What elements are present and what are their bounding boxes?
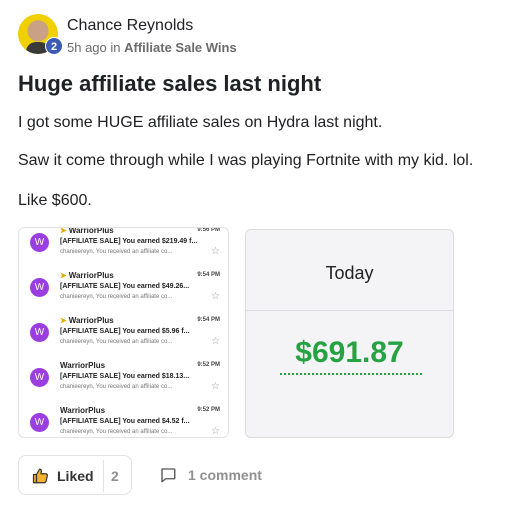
email-subject: [AFFILIATE SALE] You earned $4.52 f... [60,418,190,425]
post-meta: 5h ago in Affiliate Sale Wins [67,40,237,55]
email-sender: ➤ WarriorPlus [60,227,114,235]
email-sender: ➤ WarriorPlus [60,271,114,280]
today-amount: $691.87 [295,336,404,369]
category-link[interactable]: Affiliate Sale Wins [124,40,237,55]
email-subject: [AFFILIATE SALE] You earned $5.96 f... [60,328,190,335]
email-sender: WarriorPlus [60,361,106,370]
star-icon: ☆ [211,246,220,257]
post-title: Huge affiliate sales last night [18,71,322,96]
email-sender-name: WarriorPlus [68,271,114,280]
email-subject: [AFFILIATE SALE] You earned $49.26... [60,283,190,290]
star-icon: ☆ [211,381,220,392]
email-row: W WarriorPlus 9:52 PM [AFFILIATE SALE] Y… [19,404,228,437]
email-sender-name: WarriorPlus [68,316,114,325]
email-avatar: W [30,368,49,387]
email-snippet: chanieereyn, You received an affiliate c… [60,429,173,435]
email-sender: ➤ WarriorPlus [60,316,114,325]
post-paragraph: Saw it come through while I was playing … [18,152,474,169]
star-icon: ☆ [211,336,220,347]
today-label: Today [325,263,374,283]
email-time: 9:54 PM [197,272,220,278]
today-earnings-image[interactable]: Today $691.87 [245,229,454,438]
like-divider [103,460,104,492]
arrow-icon: ➤ [60,271,67,280]
author-name[interactable]: Chance Reynolds [67,17,193,35]
email-time: 9:52 PM [197,362,220,368]
email-subject: [AFFILIATE SALE] You earned $18.13... [60,373,190,380]
like-button[interactable]: Liked 2 [18,455,132,495]
email-screenshot-image[interactable]: W ➤ WarriorPlus 9:56 PM [AFFILIATE SALE] … [18,227,229,438]
comment-button[interactable]: 1 comment [159,465,269,485]
star-icon: ☆ [211,426,220,437]
post-header: 2 Chance Reynolds 5h ago in Affiliate Sa… [18,14,508,58]
email-snippet: chanieereyn, You received an affiliate c… [60,249,173,255]
comment-bubble-icon [161,468,176,483]
like-count[interactable]: 2 [111,468,119,484]
email-snippet: chanieereyn, You received an affiliate c… [60,294,173,300]
email-avatar: W [30,233,49,252]
comment-label: 1 comment [188,467,262,483]
post-paragraph: I got some HUGE affiliate sales on Hydra… [18,114,383,131]
email-avatar: W [30,278,49,297]
level-badge: 2 [45,37,63,55]
email-sender: WarriorPlus [60,406,106,415]
email-sender-name: WarriorPlus [68,227,114,235]
email-avatar: W [30,413,49,432]
email-snippet: chanieereyn, You received an affiliate c… [60,339,173,345]
email-row: W ➤ WarriorPlus 9:56 PM [AFFILIATE SALE] … [19,227,228,269]
thumbs-up-icon [32,468,49,484]
email-time: 9:54 PM [197,317,220,323]
email-time: 9:56 PM [197,227,220,233]
today-header: Today [246,230,453,311]
email-row: W ➤ WarriorPlus 9:54 PM [AFFILIATE SALE] … [19,314,228,359]
email-avatar: W [30,323,49,342]
in-word: in [110,40,121,55]
post-paragraph: Like $600. [18,192,92,209]
time-ago: 5h ago [67,40,107,55]
arrow-icon: ➤ [60,316,67,325]
email-row: W WarriorPlus 9:52 PM [AFFILIATE SALE] Y… [19,359,228,404]
email-time: 9:52 PM [197,407,220,413]
email-subject: [AFFILIATE SALE] You earned $219.49 f... [60,238,198,245]
like-label: Liked [57,468,94,484]
email-snippet: chanieereyn, You received an affiliate c… [60,384,173,390]
star-icon: ☆ [211,291,220,302]
arrow-icon: ➤ [60,227,67,235]
amount-underline [280,373,422,375]
email-row: W ➤ WarriorPlus 9:54 PM [AFFILIATE SALE] … [19,269,228,314]
